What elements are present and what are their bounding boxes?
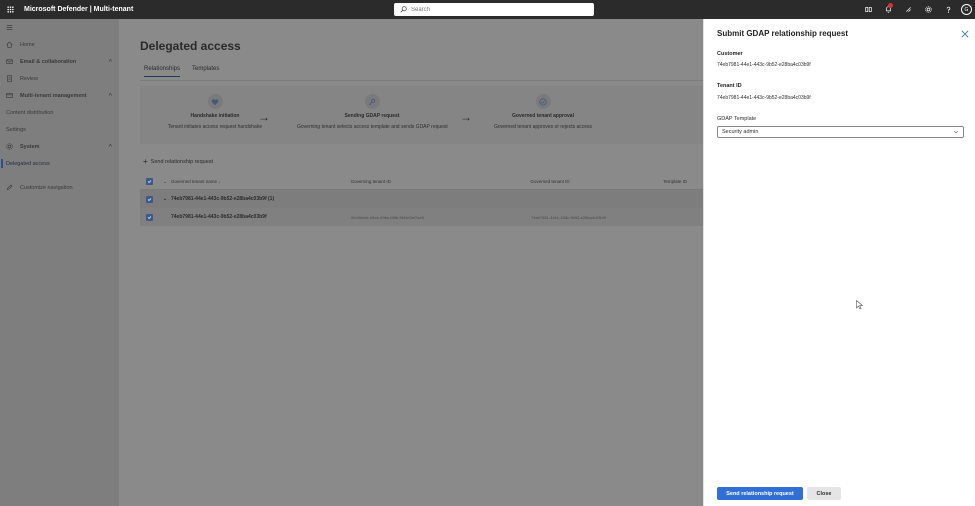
chevron-up-icon: ^ (108, 92, 112, 99)
nav-item-content-distribution[interactable]: Content distribution (0, 104, 119, 121)
table-group-row[interactable]: ⌄ 74eb7981-44e1-443c-9b52-e28ba4c03b9f (… (140, 190, 703, 208)
nav-section-multi-tenant-management[interactable]: Multi-tenant management ^ (0, 87, 119, 104)
nav-item-label: System (20, 143, 40, 150)
panel-title: Submit GDAP relationship request (717, 29, 848, 38)
key-icon (364, 94, 380, 109)
main-content: Delegated access Relationships Templates… (119, 19, 703, 506)
settings-gear-icon[interactable] (918, 0, 938, 19)
send-relationship-request-submit-button[interactable]: Send relationship request (717, 487, 803, 500)
chevron-down-icon[interactable]: ⌄ (163, 196, 171, 202)
tab-relationships[interactable]: Relationships (144, 66, 181, 77)
app-launcher-icon[interactable] (0, 0, 20, 19)
nav-item-label: Review (20, 75, 39, 82)
chevron-up-icon: ^ (108, 58, 112, 65)
cell-governing-tenant-id: 00c5bede-e5eb-49be-b5fb-5bf4d3ef7ae5 (351, 214, 424, 220)
table-row[interactable]: 74eb7981-44e1-443c-9b52-e28ba4c03b9f 00c… (140, 208, 703, 226)
nav-item-delegated-access[interactable]: Delegated access (0, 155, 119, 172)
mouse-cursor-icon (856, 300, 864, 310)
top-bar: Microsoft Defender | Multi-tenant G (0, 0, 975, 19)
column-header-governing-tenant-id[interactable]: Governing tenant ID (351, 179, 531, 184)
send-relationship-request-button[interactable]: + Send relationship request (143, 157, 213, 166)
nav-item-settings[interactable]: Settings (0, 121, 119, 138)
nav-item-label: Email & collaboration (20, 58, 77, 65)
row-checkbox[interactable] (146, 213, 153, 221)
nav-item-label: Multi-tenant management (20, 92, 87, 99)
tab-templates[interactable]: Templates (192, 66, 219, 77)
group-label: 74eb7981-44e1-443c-9b52-e28ba4c03b9f (1) (171, 196, 275, 202)
handshake-icon (207, 94, 223, 109)
nav-section-system[interactable]: System ^ (0, 138, 119, 155)
close-button[interactable]: Close (807, 487, 841, 500)
pencil-icon (6, 184, 13, 191)
step-description: Tenant initiates access request handshak… (167, 124, 263, 130)
select-all-checkbox[interactable] (146, 178, 153, 185)
column-header-template-id[interactable]: Template ID (663, 179, 703, 184)
tenant-id-label: Tenant ID (717, 83, 742, 89)
mail-icon (6, 59, 13, 64)
cell-governed-tenant-id: 74eb7981-44e1-443c-9b52-e28ba4c03b9f (531, 214, 606, 220)
tab-list: Relationships Templates (144, 66, 219, 77)
relationships-table: ⌄ Governed tenant name ↓ Governing tenan… (140, 174, 703, 226)
user-avatar[interactable]: G (961, 4, 972, 15)
close-icon[interactable] (961, 30, 969, 38)
customer-label: Customer (717, 51, 743, 57)
tabs-divider (140, 80, 703, 81)
step-title: Governed tenant approval (512, 113, 574, 119)
nav-item-label: Content distribution (6, 109, 54, 116)
nav-item-label: Customize navigation (20, 184, 73, 191)
cell-governed-tenant-name[interactable]: 74eb7981-44e1-443c-9b52-e28ba4c03b9f (171, 214, 351, 220)
home-icon (6, 41, 13, 48)
search-box[interactable] (394, 3, 594, 16)
search-input[interactable] (411, 6, 581, 13)
step-title: Sending GDAP request (344, 113, 400, 119)
multi-tenant-icon (6, 93, 13, 98)
nav-item-review[interactable]: Review (0, 70, 119, 87)
gdap-request-panel: Submit GDAP relationship request Custome… (703, 19, 975, 506)
guided-tour-icon[interactable] (898, 0, 918, 19)
help-icon[interactable] (938, 0, 958, 19)
send-request-label: Send relationship request (150, 158, 214, 165)
review-icon (7, 75, 12, 82)
column-header-governed-tenant-id[interactable]: Governed tenant ID (530, 179, 663, 184)
chevron-up-icon: ^ (108, 143, 112, 150)
nav-item-label: Settings (6, 126, 26, 133)
gdap-template-label: GDAP Template (717, 116, 757, 122)
left-navigation: Home Email & collaboration ^ Review Mult… (0, 19, 119, 506)
nav-item-customize-navigation[interactable]: Customize navigation (0, 179, 119, 196)
nav-item-home[interactable]: Home (0, 36, 119, 53)
arrow-right-icon: → (258, 110, 270, 124)
plus-icon: + (143, 157, 148, 166)
step-description: Governed tenant approves or rejects acce… (493, 124, 593, 130)
system-gear-icon (6, 143, 13, 150)
app-title: Microsoft Defender | Multi-tenant (24, 6, 134, 13)
process-flow: Handshake initiation Tenant initiates ac… (140, 86, 703, 144)
table-header: ⌄ Governed tenant name ↓ Governing tenan… (140, 174, 703, 190)
customer-value: 74eb7981-44e1-443c-9b52-e28ba4c03b9f (717, 62, 811, 68)
community-icon[interactable] (858, 0, 878, 19)
notification-badge (888, 3, 893, 8)
step-governed-tenant-approval: Governed tenant approval Governed tenant… (468, 94, 618, 130)
step-sending-gdap-request: Sending GDAP request Governing tenant se… (297, 94, 448, 130)
row-checkbox[interactable] (146, 195, 153, 203)
nav-section-email-collaboration[interactable]: Email & collaboration ^ (0, 53, 119, 70)
step-description: Governing tenant selects access template… (297, 124, 448, 130)
gdap-template-selected: Security admin (722, 129, 759, 135)
page-title: Delegated access (140, 39, 241, 53)
gdap-template-dropdown[interactable]: Security admin (717, 126, 964, 138)
notifications-icon[interactable] (878, 0, 898, 19)
chevron-down-icon[interactable]: ⌄ (163, 179, 171, 185)
checkmark-circle-icon (535, 94, 551, 109)
column-header-governed-tenant-name[interactable]: Governed tenant name ↓ (171, 179, 351, 184)
search-icon (400, 6, 407, 13)
hamburger-menu-icon[interactable] (0, 19, 119, 36)
nav-item-label: Home (20, 41, 35, 48)
tenant-id-value: 74eb7981-44e1-443c-9b52-e28ba4c03b9f (717, 95, 811, 101)
chevron-down-icon (953, 129, 959, 137)
nav-item-label: Delegated access (6, 160, 50, 167)
